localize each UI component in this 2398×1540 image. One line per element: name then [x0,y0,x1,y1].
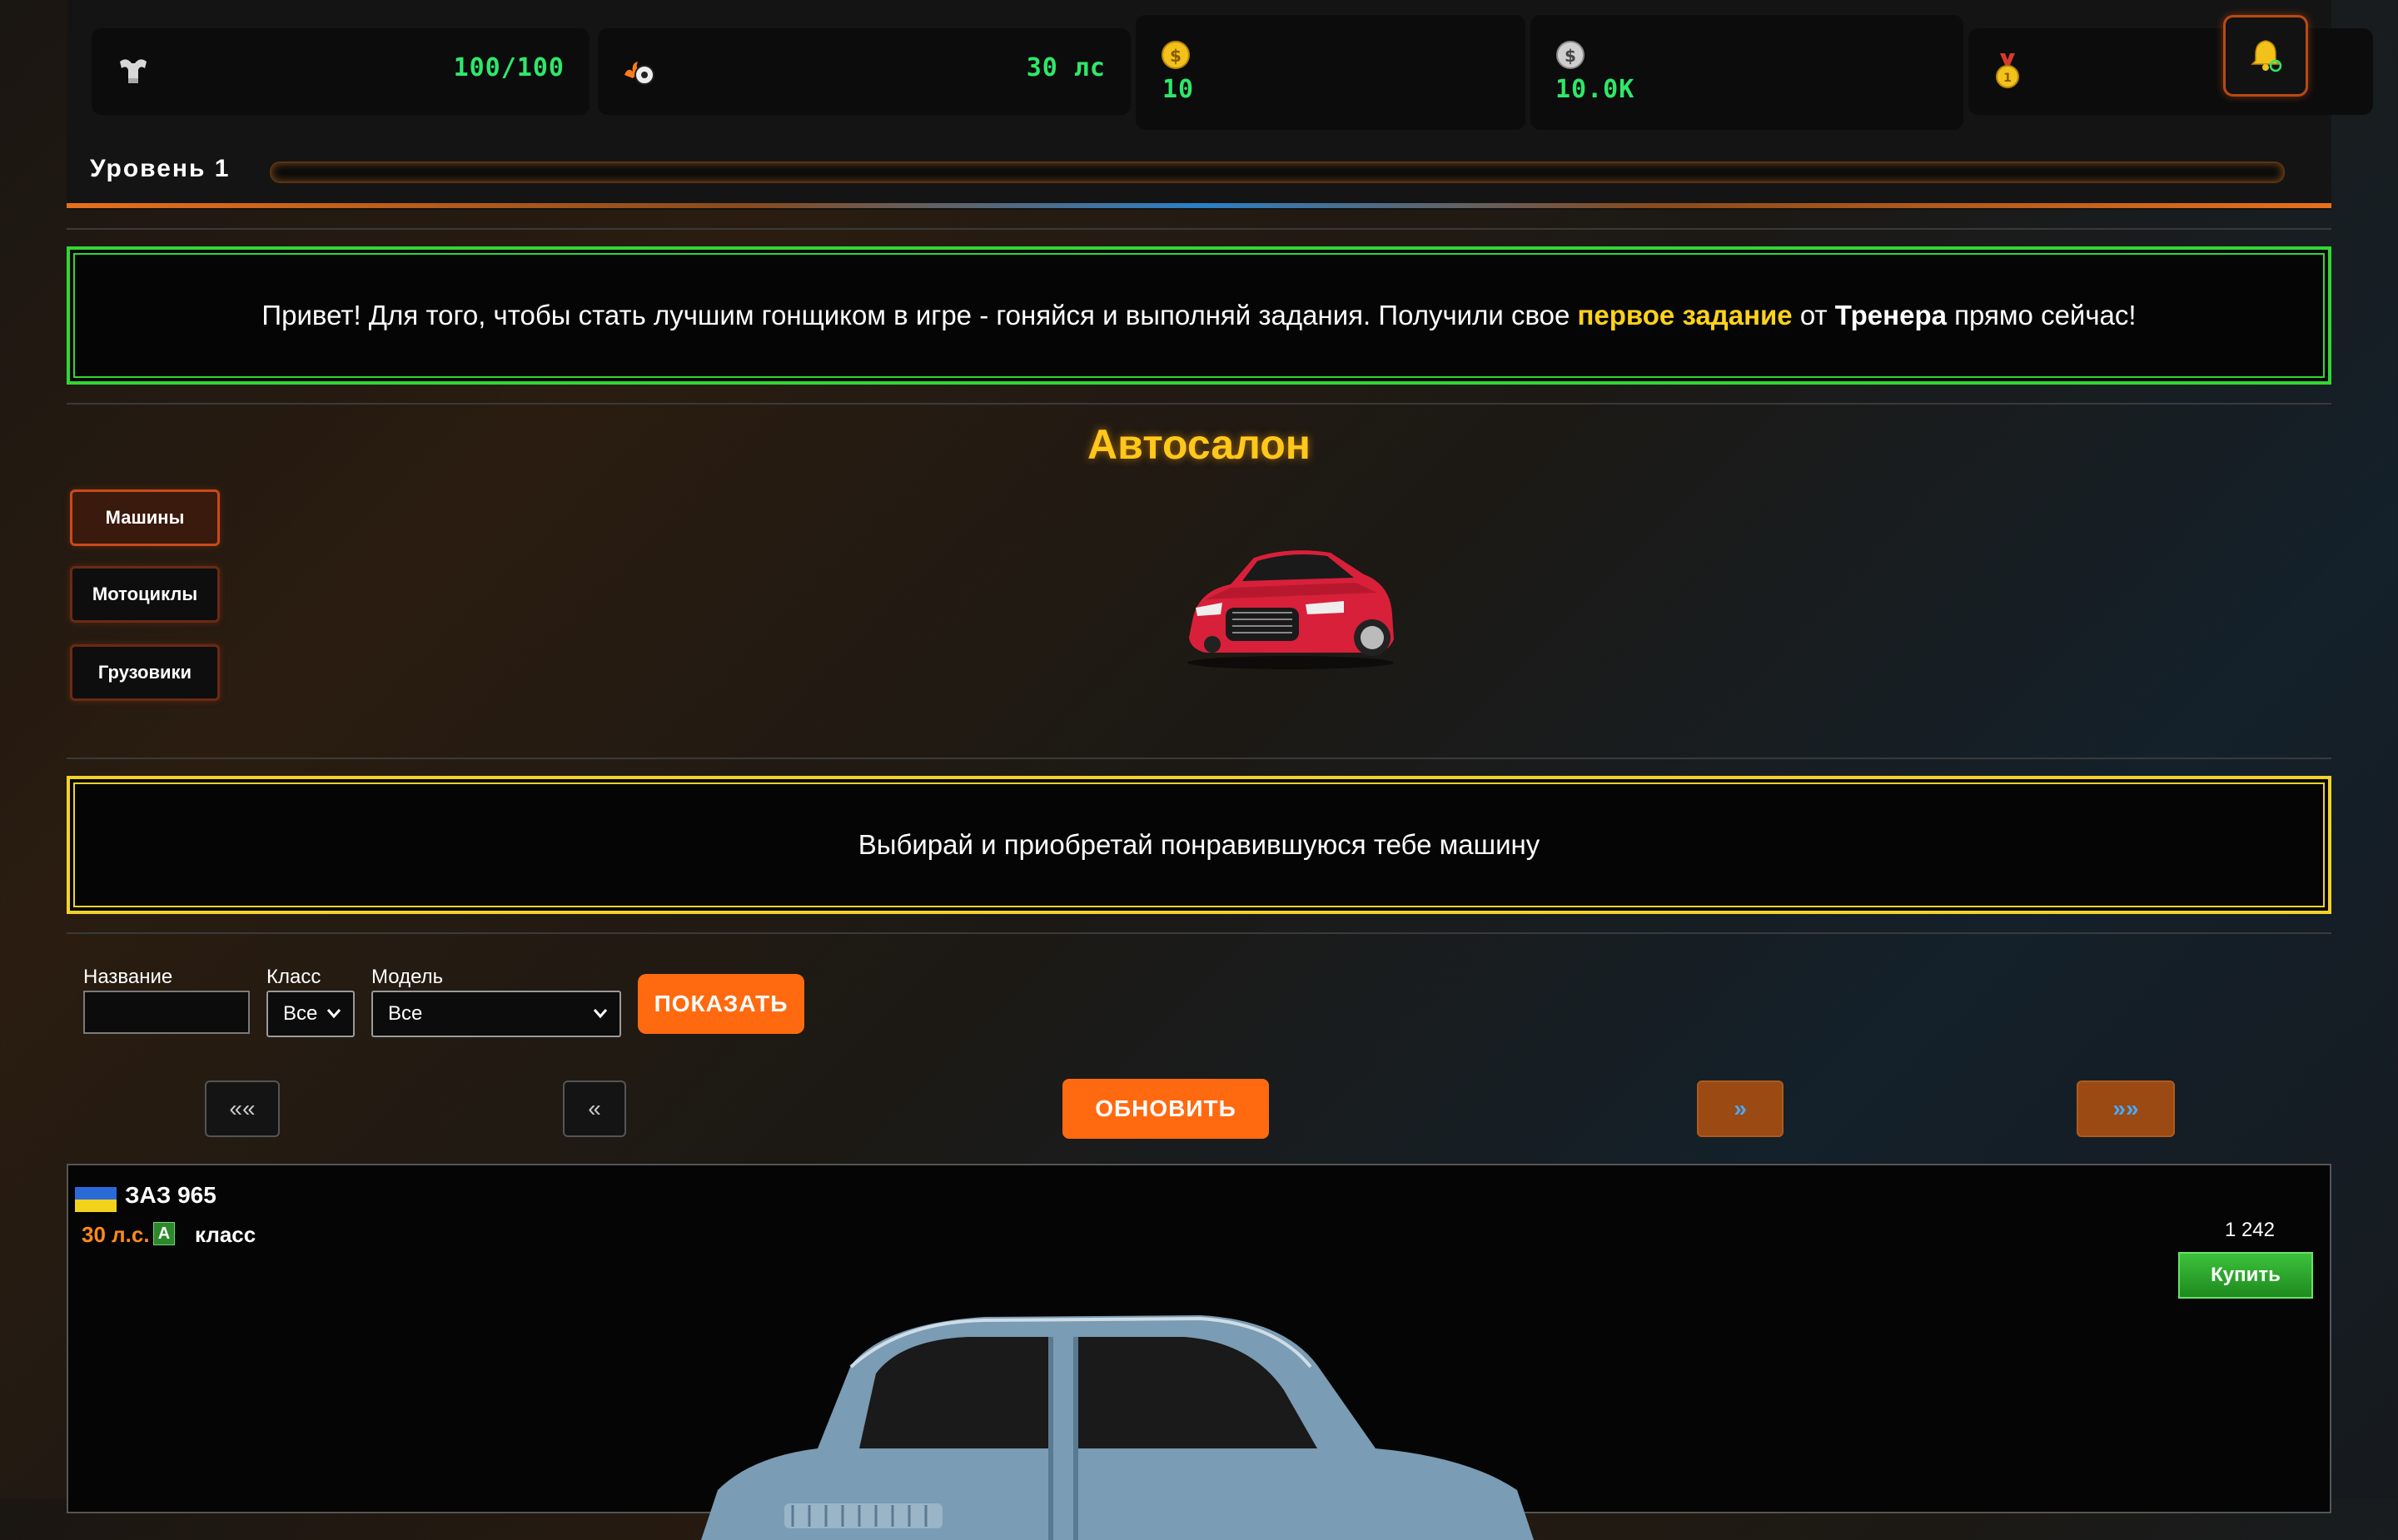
vehicle-price: 1 242 [2224,1219,2275,1241]
gold-coin-icon: $ [1162,41,1190,69]
bell-icon [2251,40,2282,72]
show-button[interactable]: ПОКАЗАТЬ [638,974,804,1034]
energy-value: 100/100 [453,53,565,82]
trainer-link[interactable]: Тренера [1835,300,1947,330]
energy-stat: 100/100 [92,28,590,115]
vehicle-card: ЗАЗ 965 30 л.с. А класс 1 242 Купить [67,1164,2331,1540]
class-filter-label: Класс [266,966,321,988]
page-title: Автосалон [1087,421,1311,468]
class-filter-select[interactable]: Все [266,991,355,1037]
choose-notice-text: Выбирай и приобретай понравившуюся тебе … [858,829,1540,860]
first-page-button[interactable]: «« [205,1080,280,1137]
medal-icon: 1 [1996,53,2019,88]
divider [67,403,2331,405]
svg-text:1: 1 [2003,72,2012,85]
class-label: класс [195,1222,256,1247]
ukraine-flag-icon [75,1187,117,1212]
first-task-link[interactable]: первое задание [1577,300,1792,330]
tab-cars[interactable]: Машины [70,489,220,546]
medal-stat[interactable]: 1 [1968,28,2373,115]
silver-value: 10.0K [1555,75,1635,104]
name-filter-label: Название [83,966,173,988]
class-badge: А [153,1222,175,1245]
gold-stat[interactable]: $ 10 [1136,15,1525,130]
topbar-divider [67,203,2331,208]
model-filter-label: Модель [371,966,444,988]
name-filter-input[interactable] [83,991,250,1034]
model-filter-value: Все [388,1002,423,1025]
divider [67,758,2331,759]
chevron-down-icon [593,1009,608,1019]
power-value: 30 лс [1026,53,1106,82]
notifications-button[interactable] [2223,15,2308,97]
svg-text:$: $ [1170,46,1182,66]
zaz-965-car-image [701,1315,1534,1540]
intro-notice-text: Привет! Для того, чтобы стать лучшим гон… [261,300,2137,330]
gold-value: 10 [1162,75,1195,104]
svg-text:$: $ [1565,46,1576,66]
level-label: Уровень 1 [90,155,231,182]
prev-page-button[interactable]: « [563,1080,626,1137]
refresh-button[interactable]: ОБНОВИТЬ [1062,1079,1269,1139]
divider [67,228,2331,230]
wheel-fire-icon [624,62,654,85]
muscle-icon [120,59,147,83]
tab-cars-label: Машины [105,507,185,528]
red-sports-car-image [1187,550,1394,669]
buy-button[interactable]: Купить [2178,1252,2313,1299]
class-filter-value: Все [283,1002,318,1025]
silver-stat[interactable]: $ 10.0K [1530,15,1963,130]
model-filter-select[interactable]: Все [371,991,621,1037]
tab-motorcycles[interactable]: Мотоциклы [70,566,220,623]
vehicle-power: 30 л.с. [82,1222,150,1247]
silver-coin-icon: $ [1556,41,1585,69]
top-stats-bar: 100/100 30 лс $ 10 $ 10.0K 1 Уровень 1 [67,0,2373,210]
level-progress-bar [270,161,2285,183]
tab-trucks-label: Грузовики [97,662,192,683]
power-stat: 30 лс [598,28,1131,115]
intro-notice: Привет! Для того, чтобы стать лучшим гон… [67,246,2331,385]
choose-notice: Выбирай и приобретай понравившуюся тебе … [67,776,2331,914]
next-page-button[interactable]: » [1697,1080,1784,1137]
chevron-down-icon [326,1009,341,1019]
last-page-button[interactable]: »» [2077,1080,2175,1137]
divider [67,932,2331,934]
tab-trucks[interactable]: Грузовики [70,644,220,701]
tab-motorcycles-label: Мотоциклы [92,584,198,604]
vehicle-name: ЗАЗ 965 [125,1182,216,1208]
